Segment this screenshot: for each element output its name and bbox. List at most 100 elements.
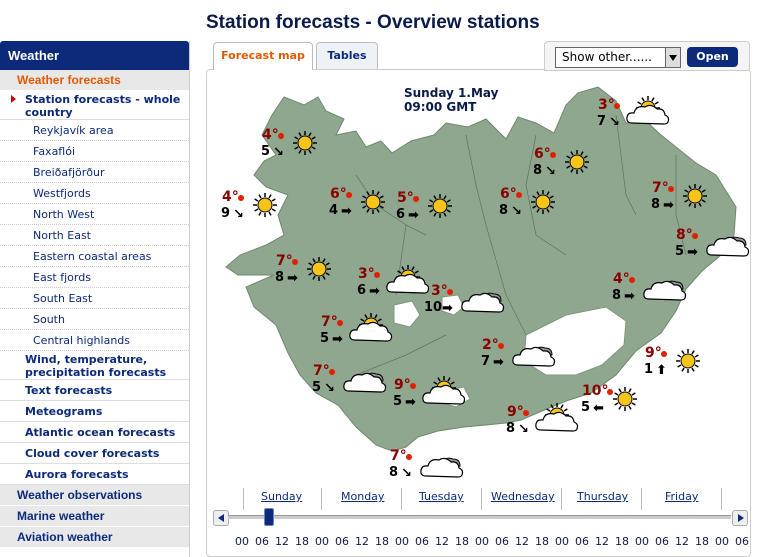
sidebar-subitem[interactable]: Eastern coastal areas <box>0 246 189 267</box>
sidebar-section-marine[interactable]: Marine weather <box>0 506 189 527</box>
hour-label[interactable]: 12 <box>515 535 529 548</box>
show-other-select[interactable]: Show other...... <box>555 47 681 68</box>
hour-label[interactable]: 12 <box>595 535 609 548</box>
station-dot <box>668 186 674 192</box>
station-dot <box>337 320 343 326</box>
partly-cloudy-icon <box>347 312 393 347</box>
hour-label[interactable]: 12 <box>435 535 449 548</box>
partly-cloudy-icon <box>533 402 579 437</box>
partly-cloudy-icon <box>624 95 670 130</box>
sidebar-subitem[interactable]: Reykjavík area <box>0 120 189 141</box>
wind-direction-arrow-icon: ➡ <box>687 245 698 260</box>
day-link-tuesday[interactable]: Tuesday <box>419 490 464 503</box>
cloud-icon <box>459 283 505 318</box>
hour-label[interactable]: 12 <box>675 535 689 548</box>
sidebar-subitem[interactable]: East fjords <box>0 267 189 288</box>
day-link-wednesday[interactable]: Wednesday <box>491 490 555 503</box>
day-link-sunday[interactable]: Sunday <box>261 490 302 503</box>
wind-direction-arrow-icon: ↘ <box>545 164 556 179</box>
timeline-slider-thumb[interactable] <box>264 508 274 526</box>
hour-label[interactable]: 00 <box>395 535 409 548</box>
station-wind-speed: 8 <box>651 197 661 212</box>
station-dot <box>329 369 335 375</box>
day-link-monday[interactable]: Monday <box>341 490 384 503</box>
hour-label[interactable]: 18 <box>375 535 389 548</box>
sidebar-section-aviation[interactable]: Aviation weather <box>0 527 189 548</box>
station-wind-speed: 8 <box>612 288 622 303</box>
hour-label[interactable]: 18 <box>695 535 709 548</box>
day-separator <box>321 488 322 510</box>
station-dot <box>292 259 298 265</box>
station-dot <box>410 383 416 389</box>
hour-label[interactable]: 06 <box>415 535 429 548</box>
wind-direction-arrow-icon: ➡ <box>341 204 352 219</box>
tab-forecast-map[interactable]: Forecast map <box>213 42 313 70</box>
sidebar-item-meteograms[interactable]: Meteograms <box>0 401 189 422</box>
station-dot <box>607 389 613 395</box>
sidebar-item-aurora[interactable]: Aurora forecasts <box>0 464 189 485</box>
sidebar-subitem[interactable]: North West <box>0 204 189 225</box>
hour-label[interactable]: 12 <box>355 535 369 548</box>
station-temperature: 7° <box>276 253 293 269</box>
timeline-track[interactable] <box>228 515 731 519</box>
scroll-right-button[interactable] <box>732 510 748 526</box>
tab-tables[interactable]: Tables <box>316 42 378 69</box>
sidebar-item-wind-forecasts[interactable]: Wind, temperature, precipitation forecas… <box>0 351 189 380</box>
hour-label[interactable]: 00 <box>235 535 249 548</box>
hour-label[interactable]: 00 <box>475 535 489 548</box>
sidebar-item-cloud-cover[interactable]: Cloud cover forecasts <box>0 443 189 464</box>
sidebar-header[interactable]: Weather <box>0 41 189 70</box>
wind-direction-arrow-icon: ⬆ <box>656 363 667 378</box>
hour-label[interactable]: 06 <box>655 535 669 548</box>
sidebar-subitem[interactable]: Breiðafjörður <box>0 162 189 183</box>
sidebar-subitem[interactable]: North East <box>0 225 189 246</box>
station-wind-speed: 8 <box>506 421 516 436</box>
station-temperature: 9° <box>394 377 411 393</box>
hour-label[interactable]: 00 <box>635 535 649 548</box>
hour-label[interactable]: 00 <box>715 535 729 548</box>
sidebar-subitem[interactable]: South East <box>0 288 189 309</box>
sidebar-section-weather-forecasts[interactable]: Weather forecasts <box>0 70 189 91</box>
hour-label[interactable]: 18 <box>455 535 469 548</box>
sidebar-item-atlantic[interactable]: Atlantic ocean forecasts <box>0 422 189 443</box>
open-button[interactable]: Open <box>687 47 738 67</box>
sidebar-section-observations[interactable]: Weather observations <box>0 485 189 506</box>
wind-direction-arrow-icon: ➡ <box>408 208 419 223</box>
sidebar-subitem[interactable]: South <box>0 309 189 330</box>
hour-label[interactable]: 12 <box>275 535 289 548</box>
hour-label[interactable]: 18 <box>535 535 549 548</box>
station-wind-speed: 6 <box>396 207 406 222</box>
hour-label[interactable]: 06 <box>495 535 509 548</box>
hour-label[interactable]: 18 <box>615 535 629 548</box>
hour-label[interactable]: 06 <box>255 535 269 548</box>
sun-icon <box>306 256 332 285</box>
selected-arrow-icon <box>11 95 16 103</box>
hour-label[interactable]: 06 <box>575 535 589 548</box>
hour-label[interactable]: 06 <box>735 535 749 548</box>
station-wind-speed: 5 <box>581 400 591 415</box>
sun-icon <box>360 189 386 218</box>
wind-direction-arrow-icon: ↘ <box>518 422 529 437</box>
station-dot <box>278 133 284 139</box>
dropdown-arrow-icon[interactable] <box>665 48 680 67</box>
day-link-thursday[interactable]: Thursday <box>577 490 628 503</box>
sidebar-item-text-forecasts[interactable]: Text forecasts <box>0 380 189 401</box>
station-temperature: 10° <box>582 383 609 399</box>
day-separator <box>401 488 402 510</box>
scroll-left-button[interactable] <box>213 510 229 526</box>
station-temperature: 7° <box>313 363 330 379</box>
cloud-icon <box>418 448 464 483</box>
hour-label[interactable]: 00 <box>555 535 569 548</box>
station-dot <box>238 195 244 201</box>
sidebar-subitem[interactable]: Faxaflói <box>0 141 189 162</box>
hour-label[interactable]: 06 <box>335 535 349 548</box>
sidebar-item-label: Station forecasts - whole country <box>25 93 181 119</box>
cloud-icon <box>510 337 556 372</box>
hour-label[interactable]: 00 <box>315 535 329 548</box>
sun-icon <box>612 386 638 415</box>
sidebar-subitem[interactable]: Central highlands <box>0 330 189 351</box>
day-link-friday[interactable]: Friday <box>665 490 698 503</box>
sidebar-subitem[interactable]: Westfjords <box>0 183 189 204</box>
sidebar-item-station-forecasts[interactable]: Station forecasts - whole country <box>0 91 189 120</box>
hour-label[interactable]: 18 <box>295 535 309 548</box>
